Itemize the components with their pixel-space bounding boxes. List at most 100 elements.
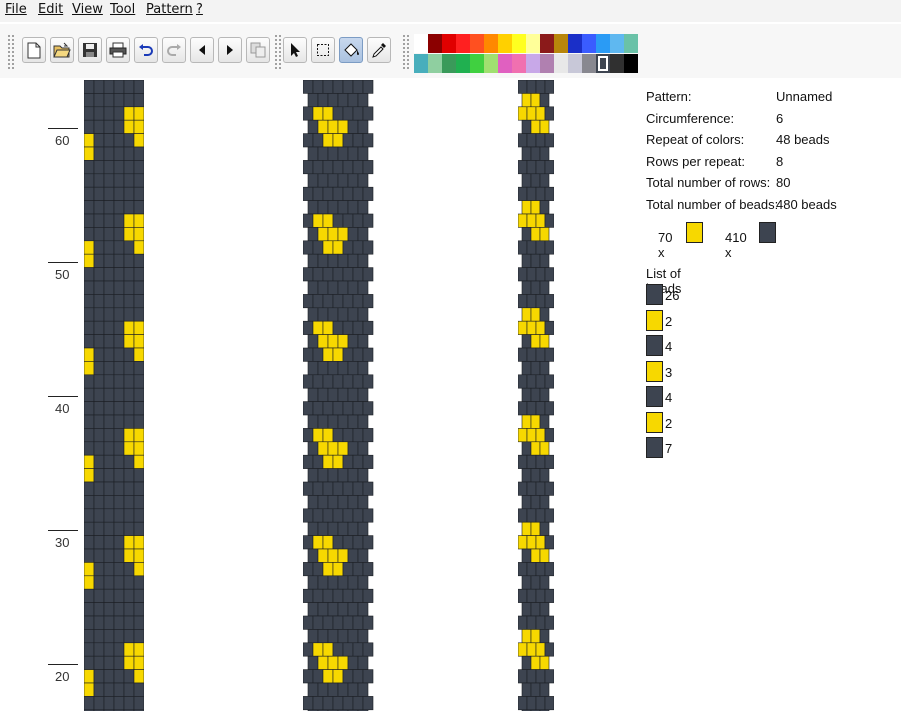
palette-swatch[interactable] — [582, 34, 596, 53]
palette-swatch[interactable] — [540, 34, 554, 53]
simulation-bead[interactable] — [539, 361, 550, 376]
draft-bead[interactable] — [113, 401, 125, 416]
simulation-bead[interactable] — [539, 521, 550, 536]
corrected-bead[interactable] — [352, 294, 364, 309]
palette-swatch[interactable] — [470, 54, 484, 73]
corrected-bead[interactable] — [347, 468, 359, 483]
simulation-bead[interactable] — [521, 575, 532, 590]
simulation-bead[interactable] — [526, 160, 537, 175]
corrected-bead[interactable] — [327, 227, 339, 242]
palette-swatch[interactable] — [484, 54, 498, 73]
corrected-bead[interactable] — [332, 508, 344, 523]
draft-bead[interactable] — [133, 669, 144, 684]
simulation-bead[interactable] — [535, 106, 546, 121]
corrected-bead[interactable] — [342, 106, 354, 121]
palette-swatch[interactable] — [624, 34, 638, 53]
draft-bead[interactable] — [103, 669, 115, 684]
draft-bead[interactable] — [103, 696, 115, 711]
palette-grip[interactable] — [402, 34, 410, 70]
simulation-bead[interactable] — [518, 133, 528, 148]
corrected-bead[interactable] — [362, 454, 374, 469]
corrected-bead[interactable] — [332, 669, 344, 684]
draft-bead[interactable] — [103, 374, 115, 389]
corrected-bead[interactable] — [342, 267, 354, 282]
simulation-bead[interactable] — [518, 213, 528, 228]
draft-bead[interactable] — [93, 280, 105, 295]
draft-bead[interactable] — [133, 696, 144, 711]
corrected-bead[interactable] — [307, 521, 319, 536]
corrected-bead[interactable] — [337, 334, 349, 349]
simulation-bead[interactable] — [544, 454, 554, 469]
draft-bead[interactable] — [123, 93, 135, 108]
palette-swatch[interactable] — [442, 34, 456, 53]
corrected-bead[interactable] — [322, 374, 334, 389]
draft-bead[interactable] — [93, 146, 105, 161]
corrected-bead[interactable] — [327, 173, 339, 188]
draft-bead[interactable] — [84, 186, 95, 201]
corrected-bead[interactable] — [362, 401, 374, 416]
draft-bead[interactable] — [93, 562, 105, 577]
draft-bead[interactable] — [133, 267, 144, 282]
draft-bead[interactable] — [93, 414, 105, 429]
simulation-bead[interactable] — [535, 642, 546, 657]
draft-bead[interactable] — [123, 361, 135, 376]
draft-bead[interactable] — [84, 588, 95, 603]
corrected-bead[interactable] — [303, 186, 314, 201]
corrected-bead[interactable] — [327, 361, 339, 376]
corrected-bead[interactable] — [337, 548, 349, 563]
simulation-bead[interactable] — [526, 133, 537, 148]
draft-bead[interactable] — [133, 106, 144, 121]
corrected-bead[interactable] — [337, 361, 349, 376]
draft-bead[interactable] — [84, 521, 95, 536]
corrected-bead[interactable] — [303, 320, 314, 335]
draft-bead[interactable] — [103, 495, 115, 510]
draft-bead[interactable] — [84, 401, 95, 416]
corrected-bead[interactable] — [303, 454, 314, 469]
simulation-bead[interactable] — [544, 401, 554, 416]
corrected-bead[interactable] — [342, 454, 354, 469]
simulation-bead[interactable] — [518, 508, 528, 523]
draft-bead[interactable] — [133, 588, 144, 603]
corrected-bead[interactable] — [352, 615, 364, 630]
draft-bead[interactable] — [123, 253, 135, 268]
corrected-bead[interactable] — [327, 387, 339, 402]
draft-bead[interactable] — [84, 481, 95, 496]
corrected-bead[interactable] — [352, 213, 364, 228]
draft-bead[interactable] — [123, 307, 135, 322]
draft-bead[interactable] — [113, 575, 125, 590]
corrected-bead[interactable] — [327, 521, 339, 536]
draft-bead[interactable] — [133, 93, 144, 108]
corrected-bead[interactable] — [362, 481, 374, 496]
draft-bead[interactable] — [113, 146, 125, 161]
corrected-bead[interactable] — [362, 294, 374, 309]
draft-bead[interactable] — [123, 280, 135, 295]
palette-swatch[interactable] — [526, 54, 540, 73]
draft-bead[interactable] — [103, 320, 115, 335]
draft-bead[interactable] — [113, 508, 125, 523]
corrected-bead[interactable] — [352, 588, 364, 603]
draft-bead[interactable] — [113, 334, 125, 349]
draft-bead[interactable] — [103, 682, 115, 697]
corrected-bead[interactable] — [307, 414, 319, 429]
draft-bead[interactable] — [133, 602, 144, 617]
simulation-bead[interactable] — [521, 227, 532, 242]
draft-bead[interactable] — [133, 387, 144, 402]
corrected-bead[interactable] — [332, 80, 344, 94]
simulation-bead[interactable] — [526, 588, 537, 603]
simulation-bead[interactable] — [535, 160, 546, 175]
redo-icon[interactable] — [162, 37, 186, 63]
corrected-bead[interactable] — [357, 334, 369, 349]
draft-bead[interactable] — [93, 401, 105, 416]
palette-swatch[interactable] — [554, 34, 568, 53]
simulation-bead[interactable] — [526, 562, 537, 577]
simulation-bead[interactable] — [521, 629, 532, 644]
corrected-bead[interactable] — [307, 361, 319, 376]
palette-swatch[interactable] — [414, 34, 428, 53]
draft-bead[interactable] — [113, 374, 125, 389]
draft-bead[interactable] — [103, 186, 115, 201]
simulation-bead[interactable] — [535, 294, 546, 309]
corrected-bead[interactable] — [307, 307, 319, 322]
draft-bead[interactable] — [113, 454, 125, 469]
simulation-bead[interactable] — [526, 454, 537, 469]
simulation-bead[interactable] — [539, 146, 550, 161]
